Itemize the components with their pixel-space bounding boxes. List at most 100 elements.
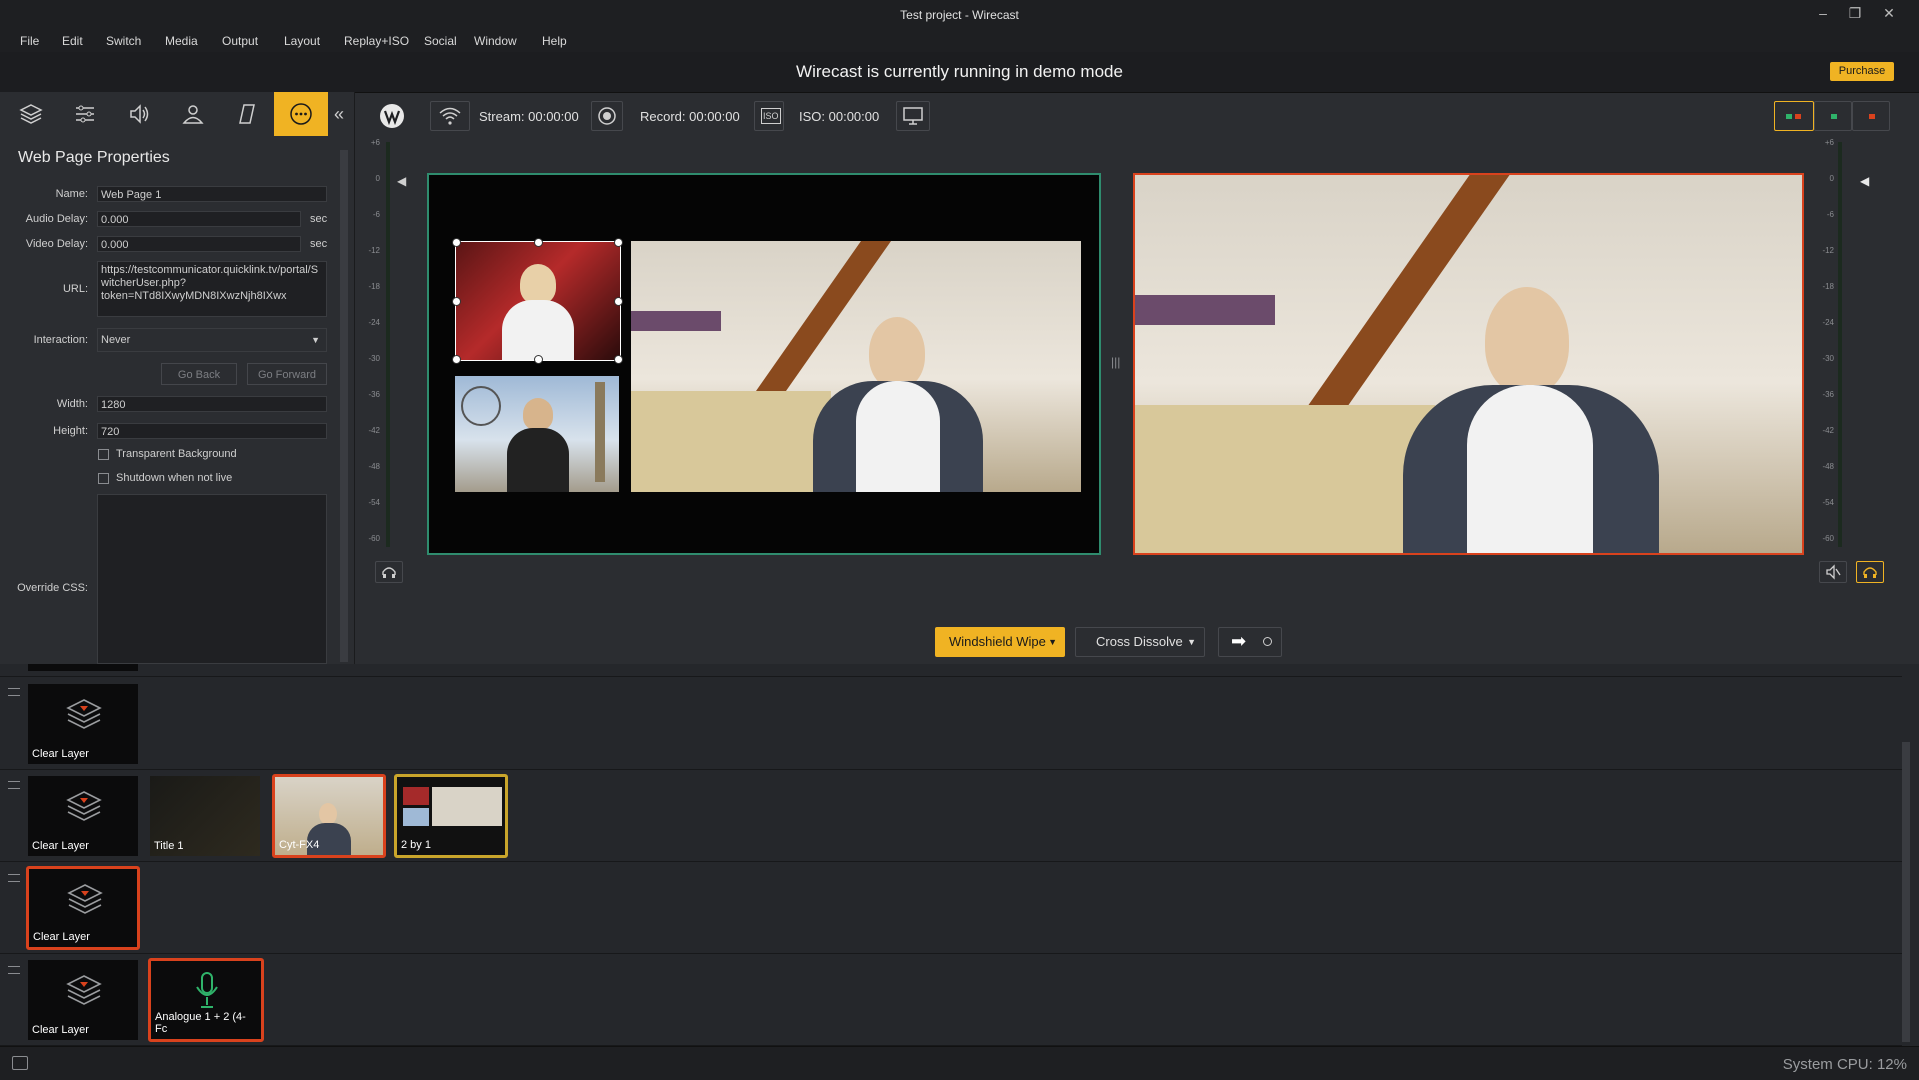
url-field[interactable]: https://testcommunicator.quicklink.tv/po… [97,261,327,317]
sliders-icon [76,105,94,123]
shot-clear-layer[interactable]: Clear Layer [28,776,138,856]
display-button[interactable] [896,101,930,131]
layers-toggle-icon[interactable] [12,1056,28,1070]
layout-live-button[interactable] [1852,101,1890,131]
row-handle-icon[interactable] [8,781,20,789]
row-handle-icon[interactable] [8,688,20,696]
resize-handle[interactable] [534,238,543,247]
width-field[interactable]: 1280 [97,396,327,412]
transition-primary-button[interactable]: Windshield Wipe ▼ [935,627,1065,657]
shot-analogue-audio[interactable]: Analogue 1 + 2 (4- Fc [148,958,264,1042]
purchase-button[interactable]: Purchase [1830,62,1894,81]
video-delay-field[interactable]: 0.000 [97,236,301,252]
resize-handle[interactable] [614,238,623,247]
split-handle-icon[interactable]: ||| [1111,355,1121,371]
preview-monitor[interactable] [427,173,1101,555]
audio-delay-field[interactable]: 0.000 [97,211,301,227]
menu-replay-iso[interactable]: Replay+ISO [344,34,409,48]
shot-title[interactable]: Title 1 [150,776,260,856]
transition-secondary-button[interactable]: Cross Dissolve ▼ [1075,627,1205,657]
name-field[interactable]: Web Page 1 [97,186,327,202]
tab-sliders[interactable] [58,92,112,136]
menu-media[interactable]: Media [165,34,198,48]
meter-bar [386,142,390,547]
clear-layer-icon [66,975,102,1005]
interaction-select[interactable]: Never ▼ [97,328,327,352]
row-handle-icon[interactable] [8,874,20,882]
menu-window[interactable]: Window [474,34,517,48]
shot-partial[interactable] [28,664,138,671]
shutdown-checkbox[interactable] [98,473,109,484]
menu-social[interactable]: Social [424,34,457,48]
go-forward-button[interactable]: Go Forward [247,363,327,385]
resize-handle[interactable] [452,355,461,364]
layout-preview-button[interactable] [1814,101,1852,131]
transparent-bg-checkbox[interactable] [98,449,109,460]
resize-handle[interactable] [534,355,543,364]
menu-edit[interactable]: Edit [62,34,83,48]
layout-dual-button[interactable] [1774,101,1814,131]
shot-2-by-1[interactable]: 2 by 1 [394,774,508,858]
menu-output[interactable]: Output [222,34,258,48]
shot-clear-layer[interactable]: Clear Layer [26,866,140,950]
person-head [869,317,925,389]
preview-volume-pointer-icon[interactable]: ◀ [397,174,406,188]
menu-switch[interactable]: Switch [106,34,141,48]
panel-scrollbar[interactable] [340,150,348,662]
menu-layout[interactable]: Layout [284,34,320,48]
shot-label: Clear Layer [32,840,89,852]
tab-more[interactable] [274,92,328,136]
stream-button[interactable] [430,101,470,131]
minimize-icon[interactable]: – [1808,2,1838,24]
collapse-panel-icon[interactable]: « [334,104,344,125]
shutdown-label: Shutdown when not live [116,472,233,484]
shot-clear-layer[interactable]: Clear Layer [28,960,138,1040]
restore-icon[interactable]: ❐ [1840,2,1870,24]
mini-tile [403,808,429,826]
resize-handle[interactable] [452,238,461,247]
resize-handle[interactable] [452,297,461,306]
layer-tile-presenter[interactable] [452,238,623,364]
person-shirt [1467,385,1593,553]
audio-icon [130,104,149,124]
height-field[interactable]: 720 [97,423,327,439]
live-volume-pointer-icon[interactable]: ◀ [1860,174,1869,188]
preview-headphone-button[interactable] [375,561,403,583]
tab-skew[interactable] [220,92,274,136]
headphones-icon [382,567,396,578]
meter-tick: -24 [1822,318,1834,327]
chevron-down-icon[interactable]: ▼ [1187,628,1196,656]
shot-cyt-fx4[interactable]: Cyt-FX4 [272,774,386,858]
resize-handle[interactable] [614,297,623,306]
live-monitor[interactable] [1133,173,1804,555]
demo-banner: Wirecast is currently running in demo mo… [0,52,1919,93]
meter-tick: -42 [368,426,380,435]
person-body [507,428,569,492]
tower-shape [595,382,605,482]
record-button[interactable] [591,101,623,131]
shot-label: Title 1 [154,840,184,852]
live-mute-button[interactable] [1819,561,1847,583]
go-back-button[interactable]: Go Back [161,363,237,385]
iso-button[interactable]: ISO [754,101,784,131]
layer-tile-london[interactable] [455,376,619,492]
menu-help[interactable]: Help [542,34,567,48]
tab-layers[interactable] [4,92,58,136]
layers-scrollbar[interactable] [1902,742,1910,1042]
url-line: witcherUser.php? [101,277,186,289]
live-headphone-button[interactable] [1856,561,1884,583]
go-transition-button[interactable]: ➡ [1218,627,1282,657]
menu-file[interactable]: File [20,34,39,48]
resize-handle[interactable] [614,355,623,364]
meter-tick: -12 [1822,246,1834,255]
layer-tile-camera[interactable] [631,241,1081,492]
chevron-down-icon[interactable]: ▼ [1048,627,1057,657]
close-icon[interactable]: ✕ [1874,2,1904,24]
row-handle-icon[interactable] [8,966,20,974]
tab-audio[interactable] [112,92,166,136]
meter-tick: -24 [368,318,380,327]
tab-person[interactable] [166,92,220,136]
override-css-field[interactable] [97,494,327,664]
shot-clear-layer[interactable]: Clear Layer [28,684,138,764]
wheel-shape [461,386,501,426]
